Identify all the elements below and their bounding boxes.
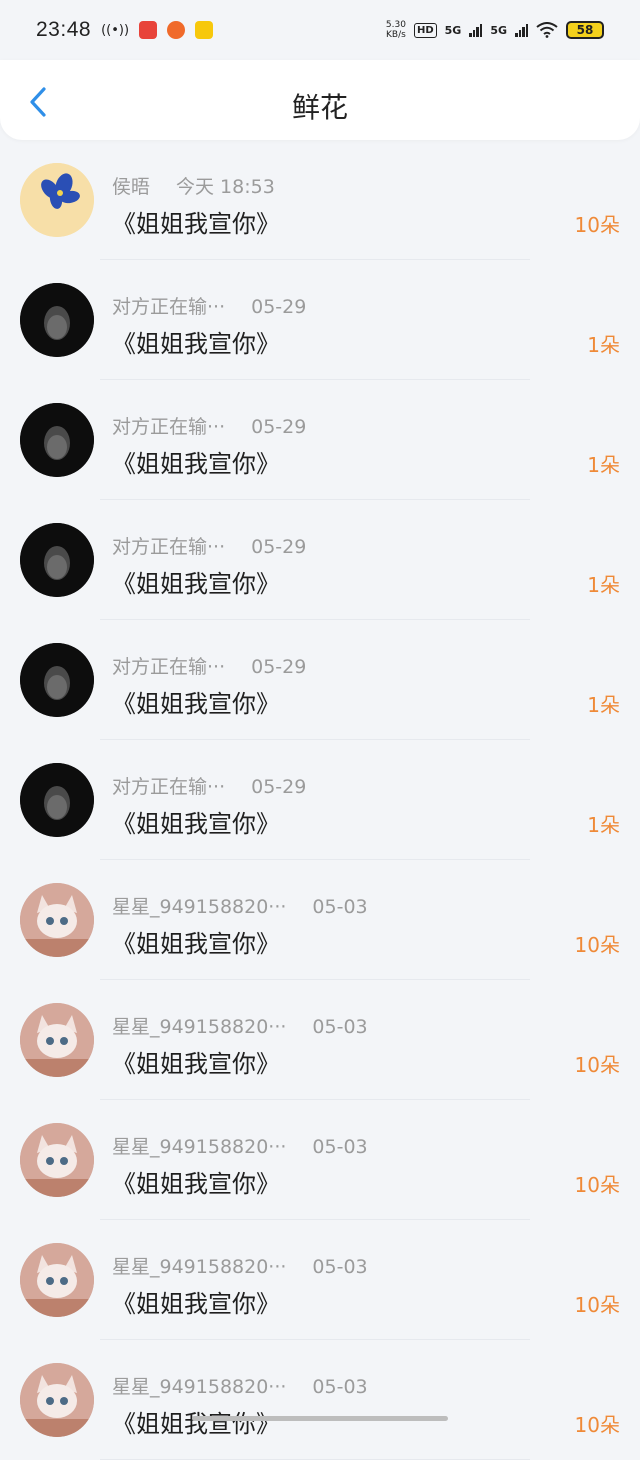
sender-meta: 对方正在输··· 05-29 — [112, 412, 306, 439]
list-item[interactable]: 星星_949158820··· 05-03 《姐姐我宣你》 10朵 — [0, 1340, 640, 1460]
top-bar: 鲜花 — [0, 60, 640, 140]
flower-count: 1朵 — [587, 453, 620, 477]
list-item[interactable]: 对方正在输··· 05-29 《姐姐我宣你》 1朵 — [0, 260, 640, 380]
sent-date: 05-03 — [312, 896, 368, 918]
gift-message: 《姐姐我宣你》 — [112, 930, 280, 958]
avatar[interactable] — [20, 163, 94, 237]
gift-message: 《姐姐我宣你》 — [112, 810, 280, 838]
page-title: 鲜花 — [291, 91, 348, 124]
sender-name: 对方正在输··· — [112, 656, 226, 678]
avatar[interactable] — [20, 1123, 94, 1197]
sent-date: 今天 18:53 — [176, 176, 275, 198]
avatar[interactable] — [20, 643, 94, 717]
avatar[interactable] — [20, 403, 94, 477]
gift-message: 《姐姐我宣你》 — [112, 1170, 280, 1198]
list-item[interactable]: 星星_949158820··· 05-03 《姐姐我宣你》 10朵 — [0, 860, 640, 980]
hotspot-icon: ((•)) — [101, 22, 130, 38]
home-indicator — [192, 1416, 448, 1421]
sender-name: 星星_949158820··· — [112, 1256, 287, 1278]
sender-meta: 对方正在输··· 05-29 — [112, 292, 306, 319]
sender-name: 星星_949158820··· — [112, 896, 287, 918]
sender-meta: 对方正在输··· 05-29 — [112, 652, 306, 679]
gift-message: 《姐姐我宣你》 — [112, 210, 280, 238]
avatar[interactable] — [20, 883, 94, 957]
flower-count: 1朵 — [587, 693, 620, 717]
wifi-icon — [536, 22, 558, 38]
flower-count: 10朵 — [574, 1293, 620, 1317]
sent-date: 05-03 — [312, 1136, 368, 1158]
list-item[interactable]: 对方正在输··· 05-29 《姐姐我宣你》 1朵 — [0, 500, 640, 620]
gift-message: 《姐姐我宣你》 — [112, 690, 280, 718]
sender-meta: 星星_949158820··· 05-03 — [112, 892, 368, 919]
signal-icon — [469, 23, 483, 37]
status-time: 23:48 — [36, 18, 92, 41]
sender-name: 侯晤 — [112, 176, 151, 198]
gift-message: 《姐姐我宣你》 — [112, 1410, 280, 1438]
gift-message: 《姐姐我宣你》 — [112, 330, 280, 358]
sender-meta: 对方正在输··· 05-29 — [112, 532, 306, 559]
app-notification-icon — [167, 21, 186, 39]
flower-count: 10朵 — [574, 1173, 620, 1197]
flower-count: 10朵 — [574, 1053, 620, 1077]
flower-count: 10朵 — [574, 933, 620, 957]
list-item[interactable]: 星星_949158820··· 05-03 《姐姐我宣你》 10朵 — [0, 1220, 640, 1340]
sender-name: 星星_949158820··· — [112, 1376, 287, 1398]
sent-date: 05-29 — [251, 536, 307, 558]
sender-meta: 星星_949158820··· 05-03 — [112, 1372, 368, 1399]
hd-icon: HD — [413, 22, 437, 38]
gift-message: 《姐姐我宣你》 — [112, 570, 280, 598]
signal-icon — [515, 23, 528, 37]
sender-meta: 星星_949158820··· 05-03 — [112, 1132, 368, 1159]
avatar[interactable] — [20, 763, 94, 837]
sim1-label: 5G — [444, 23, 462, 37]
flower-list: 侯晤 今天 18:53 《姐姐我宣你》 10朵 对方正在输··· 05-29 《姐姐我宣你》… — [0, 140, 640, 1460]
gift-message: 《姐姐我宣你》 — [112, 1050, 280, 1078]
list-item[interactable]: 对方正在输··· 05-29 《姐姐我宣你》 1朵 — [0, 740, 640, 860]
sender-name: 对方正在输··· — [112, 776, 226, 798]
list-item[interactable]: 星星_949158820··· 05-03 《姐姐我宣你》 10朵 — [0, 1100, 640, 1220]
sent-date: 05-03 — [312, 1376, 368, 1398]
sender-name: 星星_949158820··· — [112, 1136, 287, 1158]
status-bar: 23:48 ((•)) 5.30 KB/s HD 5G 5G 58 — [0, 0, 640, 60]
avatar[interactable] — [20, 283, 94, 357]
sent-date: 05-29 — [251, 296, 307, 318]
sent-date: 05-29 — [251, 776, 307, 798]
gift-message: 《姐姐我宣你》 — [112, 450, 280, 478]
flower-count: 1朵 — [587, 813, 620, 837]
gift-message: 《姐姐我宣你》 — [112, 1290, 280, 1318]
app-notification-icon — [195, 21, 214, 39]
sent-date: 05-03 — [312, 1256, 368, 1278]
flower-count: 1朵 — [587, 333, 620, 357]
flower-count: 10朵 — [574, 213, 620, 237]
sender-name: 星星_949158820··· — [112, 1016, 287, 1038]
sent-date: 05-29 — [251, 416, 307, 438]
avatar[interactable] — [20, 1003, 94, 1077]
sim2-label: 5G — [490, 23, 507, 37]
avatar[interactable] — [20, 1363, 94, 1437]
sender-meta: 侯晤 今天 18:53 — [112, 172, 275, 199]
sender-meta: 星星_949158820··· 05-03 — [112, 1252, 368, 1279]
battery-icon: 58 — [566, 21, 604, 39]
sent-date: 05-03 — [312, 1016, 368, 1038]
sender-meta: 星星_949158820··· 05-03 — [112, 1012, 368, 1039]
avatar[interactable] — [20, 523, 94, 597]
list-item[interactable]: 对方正在输··· 05-29 《姐姐我宣你》 1朵 — [0, 380, 640, 500]
sender-meta: 对方正在输··· 05-29 — [112, 772, 306, 799]
flower-count: 1朵 — [587, 573, 620, 597]
app-notification-icon — [139, 21, 158, 39]
network-speed: 5.30 KB/s — [385, 20, 406, 40]
list-item[interactable]: 星星_949158820··· 05-03 《姐姐我宣你》 10朵 — [0, 980, 640, 1100]
list-item[interactable]: 侯晤 今天 18:53 《姐姐我宣你》 10朵 — [0, 140, 640, 260]
sent-date: 05-29 — [251, 656, 307, 678]
sender-name: 对方正在输··· — [112, 416, 226, 438]
avatar[interactable] — [20, 1243, 94, 1317]
sender-name: 对方正在输··· — [112, 536, 226, 558]
flower-count: 10朵 — [574, 1413, 620, 1437]
sender-name: 对方正在输··· — [112, 296, 226, 318]
list-item[interactable]: 对方正在输··· 05-29 《姐姐我宣你》 1朵 — [0, 620, 640, 740]
